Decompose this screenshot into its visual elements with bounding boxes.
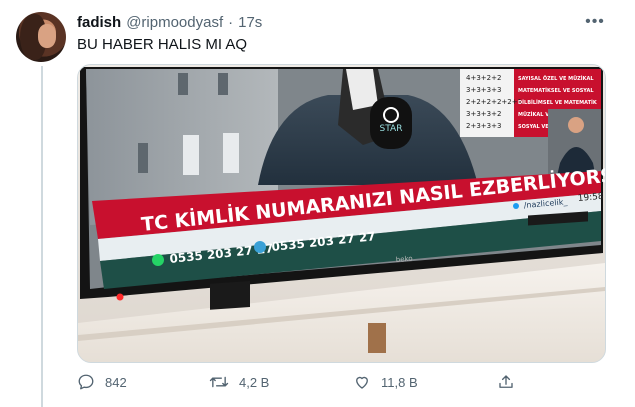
tweet-timestamp[interactable]: 17s: [238, 14, 262, 31]
quiz-category-row: DİLBİLİMSEL VE MATEMATİK: [518, 99, 598, 106]
quiz-math-row: 4+3+2+2: [466, 74, 501, 82]
reply-icon: [78, 374, 94, 390]
tv-brand: beko: [395, 255, 412, 264]
share-icon: [499, 375, 513, 388]
reply-button[interactable]: 842: [77, 370, 127, 394]
quiz-math-row: 2+3+3+3: [466, 122, 501, 130]
cabinet-edge: [368, 323, 386, 353]
phone-icon: [254, 241, 266, 253]
more-icon: •••: [585, 13, 605, 30]
like-button[interactable]: 11,8 B: [353, 370, 418, 394]
more-options-button[interactable]: •••: [584, 12, 606, 32]
twitter-icon: [513, 203, 519, 209]
share-button[interactable]: [497, 370, 515, 394]
retweet-button[interactable]: 4,2 B: [209, 370, 269, 394]
mic-logo-text: STAR: [380, 124, 403, 134]
quiz-category-row: MATEMATİKSEL VE SOSYAL: [518, 87, 594, 94]
quiz-math-row: 3+3+3+2: [466, 110, 501, 118]
avatar[interactable]: [16, 12, 66, 62]
tweet-photo[interactable]: STAR 4+3+2+2 SAYISAL ÖZEL VE MÜZİKAL 3+3+3…: [77, 64, 606, 363]
retweet-icon: [209, 376, 229, 388]
quiz-math-row: 2+2+2+2+2+1: [466, 98, 522, 106]
tweet-text: BU HABER HALIS MI AQ: [77, 36, 248, 53]
retweet-count: 4,2 B: [239, 374, 270, 390]
whatsapp-icon: [152, 254, 164, 266]
user-handle[interactable]: @ripmoodyasf: [126, 14, 223, 31]
tv-foot-left: [210, 280, 250, 310]
avatar-face: [38, 24, 56, 48]
separator-dot: ·: [228, 13, 234, 31]
thread-line: [41, 66, 43, 407]
heart-icon: [356, 376, 368, 389]
tweet-header: fadish @ripmoodyasf · 17s: [77, 12, 262, 32]
quiz-math-row: 3+3+3+3: [466, 86, 501, 94]
quiz-category-row: SAYISAL ÖZEL VE MÜZİKAL: [518, 75, 594, 82]
power-led: [116, 293, 124, 301]
tv-photo: STAR 4+3+2+2 SAYISAL ÖZEL VE MÜZİKAL 3+3+3…: [78, 65, 605, 362]
reply-count: 842: [105, 374, 127, 390]
like-count: 11,8 B: [381, 374, 418, 390]
tweet-actions: 842 4,2 B 11,8 B: [77, 370, 517, 394]
display-name[interactable]: fadish: [77, 14, 121, 31]
